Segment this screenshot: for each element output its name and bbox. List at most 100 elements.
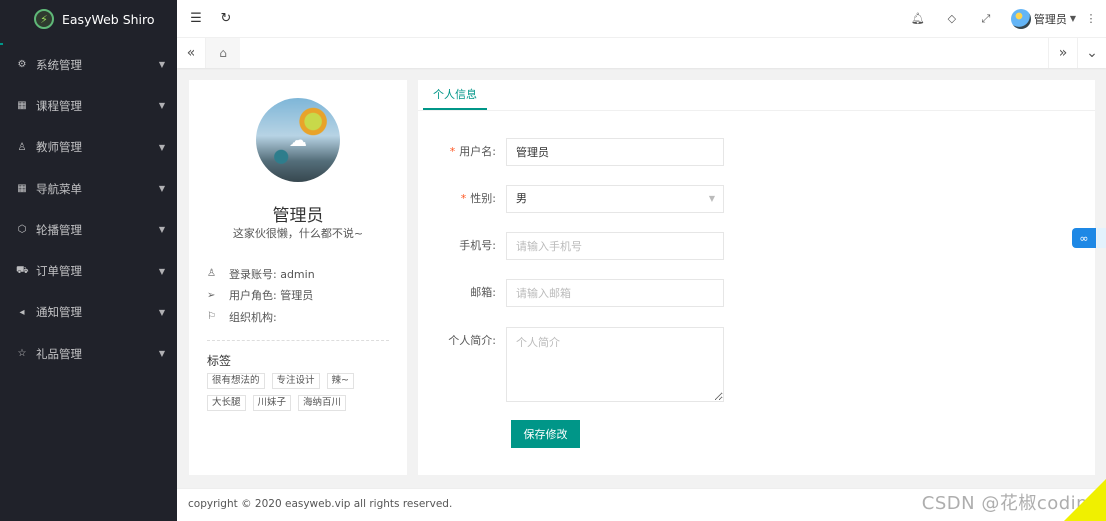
tag-list: 很有想法的 专注设计 辣~ 大长腿 川妹子 海纳百川: [207, 373, 392, 417]
more-vertical-icon[interactable]: ⋮: [1080, 0, 1102, 38]
chevron-down-icon: ▼: [158, 349, 165, 359]
tag[interactable]: 川妹子: [252, 395, 292, 411]
chevron-down-icon: ▼: [158, 142, 165, 152]
tabs-scroll-right-icon[interactable]: »: [1048, 38, 1077, 68]
tag[interactable]: 很有想法的: [207, 373, 265, 389]
top-header: ☰ ↻ 🔔︎ ◇ ⤢ 管理员 ▼ ⋮: [177, 0, 1106, 38]
sidebar-item-orders[interactable]: ⛟ 订单管理 ▼: [0, 250, 177, 291]
account-text: 登录账号: admin: [229, 267, 315, 281]
home-tab-icon[interactable]: ⌂: [206, 38, 240, 68]
apps-icon: ▦: [17, 100, 27, 112]
app-title: EasyWeb Shiro: [62, 11, 155, 27]
tab-bar-right: » ⌄: [1048, 38, 1106, 68]
user-menu[interactable]: 管理员 ▼: [1010, 8, 1076, 29]
phone-label: 手机号:: [459, 239, 496, 252]
floating-tool-strip: [1097, 228, 1106, 248]
sidebar-item-carousel[interactable]: ⬡ 轮播管理 ▼: [0, 209, 177, 250]
tabs-scroll-left-icon[interactable]: «: [177, 38, 206, 68]
sidebar-item-teacher[interactable]: ♙ 教师管理 ▼: [0, 127, 177, 168]
apps-icon: ▦: [17, 183, 27, 195]
tabs-dropdown-icon[interactable]: ⌄: [1077, 38, 1106, 68]
tab-bar: « ⌂ » ⌄: [177, 38, 1106, 68]
required-mark: *: [460, 192, 467, 205]
tag[interactable]: 专注设计: [271, 373, 320, 389]
chevron-down-icon: ▼: [708, 194, 715, 203]
role-text: 用户角色: 管理员: [229, 289, 314, 303]
form-tabs: 个人信息: [418, 80, 1095, 111]
info-row-org: ⚐ 组织机构:: [207, 306, 315, 328]
profile-form-card: 个人信息 *用户名: *性别: 男 ▼ 手机号: 邮箱: 个人简介: 保存修改: [418, 80, 1095, 475]
profile-card: ☁ 管理员 这家伙很懒，什么都不说~ ♙ 登录账号: admin ➢ 用户角色:…: [189, 80, 407, 475]
phone-input[interactable]: [506, 232, 724, 260]
org-text: 组织机构:: [229, 310, 277, 324]
tag[interactable]: 辣~: [326, 373, 354, 389]
sidebar-item-gifts[interactable]: ☆ 礼品管理 ▼: [0, 333, 177, 374]
floating-tool-icon[interactable]: ∞: [1072, 228, 1096, 248]
form-row-gender: * 性别: 男 ▼: [418, 185, 724, 213]
info-row-account: ♙ 登录账号: admin: [207, 263, 315, 285]
intro-label: 个人简介:: [448, 334, 496, 347]
email-label: 邮箱:: [470, 286, 496, 299]
tag[interactable]: 海纳百川: [298, 395, 347, 411]
sidebar: ⚡ EasyWeb Shiro ⚙ 系统管理 ▼ ▦ 课程管理 ▼ ♙ 教师管理…: [0, 0, 177, 521]
sidebar-item-course[interactable]: ▦ 课程管理 ▼: [0, 85, 177, 126]
chevron-down-icon: ▼: [158, 184, 165, 194]
chevron-down-icon: ▼: [158, 266, 165, 276]
gender-select[interactable]: 男 ▼: [506, 185, 724, 213]
paper-plane-icon: ➢: [207, 289, 216, 301]
tab-personal-info[interactable]: 个人信息: [423, 80, 487, 110]
caret-down-icon: ▼: [1069, 14, 1076, 23]
bell-icon[interactable]: 🔔︎: [901, 0, 935, 38]
logo[interactable]: ⚡ EasyWeb Shiro: [0, 0, 177, 38]
sidebar-item-label: 系统管理: [36, 57, 82, 72]
tags-title: 标签: [207, 354, 232, 368]
sidebar-item-label: 课程管理: [36, 98, 82, 113]
flag-icon: ⚐: [207, 311, 216, 323]
sidebar-item-label: 导航菜单: [36, 181, 82, 196]
form-row-phone: 手机号:: [418, 232, 724, 260]
form-row-email: 邮箱:: [418, 279, 724, 307]
sidebar-item-label: 通知管理: [36, 305, 82, 320]
intro-textarea[interactable]: [506, 327, 724, 402]
tag-icon[interactable]: ◇: [935, 0, 969, 38]
chevron-down-icon: ▼: [158, 225, 165, 235]
required-mark: *: [449, 145, 456, 158]
sidebar-item-system[interactable]: ⚙ 系统管理 ▼: [0, 44, 177, 85]
sidebar-menu: ⚙ 系统管理 ▼ ▦ 课程管理 ▼ ♙ 教师管理 ▼ ▦ 导航菜单 ▼ ⬡ 轮播…: [0, 44, 177, 374]
chevron-down-icon: ▼: [158, 101, 165, 111]
sidebar-item-label: 轮播管理: [36, 222, 82, 237]
chevron-down-icon: ▼: [158, 307, 165, 317]
username-label-text: 用户名:: [459, 145, 496, 158]
user-icon: ♙: [207, 268, 216, 280]
user-name: 管理员: [1033, 12, 1067, 26]
form-row-username: * 用户名:: [418, 138, 724, 166]
dashed-divider: [207, 340, 389, 341]
sidebar-item-nav-menu[interactable]: ▦ 导航菜单 ▼: [0, 168, 177, 209]
collapse-sidebar-icon[interactable]: ☰: [181, 0, 211, 38]
gear-icon: ⚙: [17, 59, 27, 71]
fullscreen-icon[interactable]: ⤢: [969, 0, 1003, 38]
username-label: * 用户名:: [418, 138, 506, 166]
chevron-down-icon: ▼: [158, 60, 165, 70]
user-icon: ♙: [17, 141, 27, 153]
logo-icon: ⚡: [34, 9, 54, 29]
refresh-icon[interactable]: ↻: [211, 0, 241, 38]
profile-signature: 这家伙很懒，什么都不说~: [232, 227, 364, 240]
email-input[interactable]: [506, 279, 724, 307]
sidebar-item-label: 教师管理: [36, 140, 82, 155]
corner-triangle: [1064, 479, 1106, 521]
header-left-tools: ☰ ↻: [181, 0, 241, 38]
copyright-text: copyright © 2020 easyweb.vip all rights …: [188, 498, 453, 510]
sidebar-item-notices[interactable]: ◂ 通知管理 ▼: [0, 292, 177, 333]
profile-name: 管理员: [272, 206, 324, 226]
profile-info-list: ♙ 登录账号: admin ➢ 用户角色: 管理员 ⚐ 组织机构:: [207, 263, 315, 328]
profile-avatar[interactable]: ☁: [256, 98, 340, 182]
speaker-icon: ◂: [19, 306, 25, 318]
info-row-role: ➢ 用户角色: 管理员: [207, 285, 315, 307]
sidebar-accent: [0, 43, 3, 45]
gender-selected-value: 男: [516, 192, 527, 205]
username-input[interactable]: [506, 138, 724, 166]
cube-icon: ⬡: [17, 224, 27, 236]
tag[interactable]: 大长腿: [207, 395, 246, 411]
save-button[interactable]: 保存修改: [511, 420, 580, 448]
